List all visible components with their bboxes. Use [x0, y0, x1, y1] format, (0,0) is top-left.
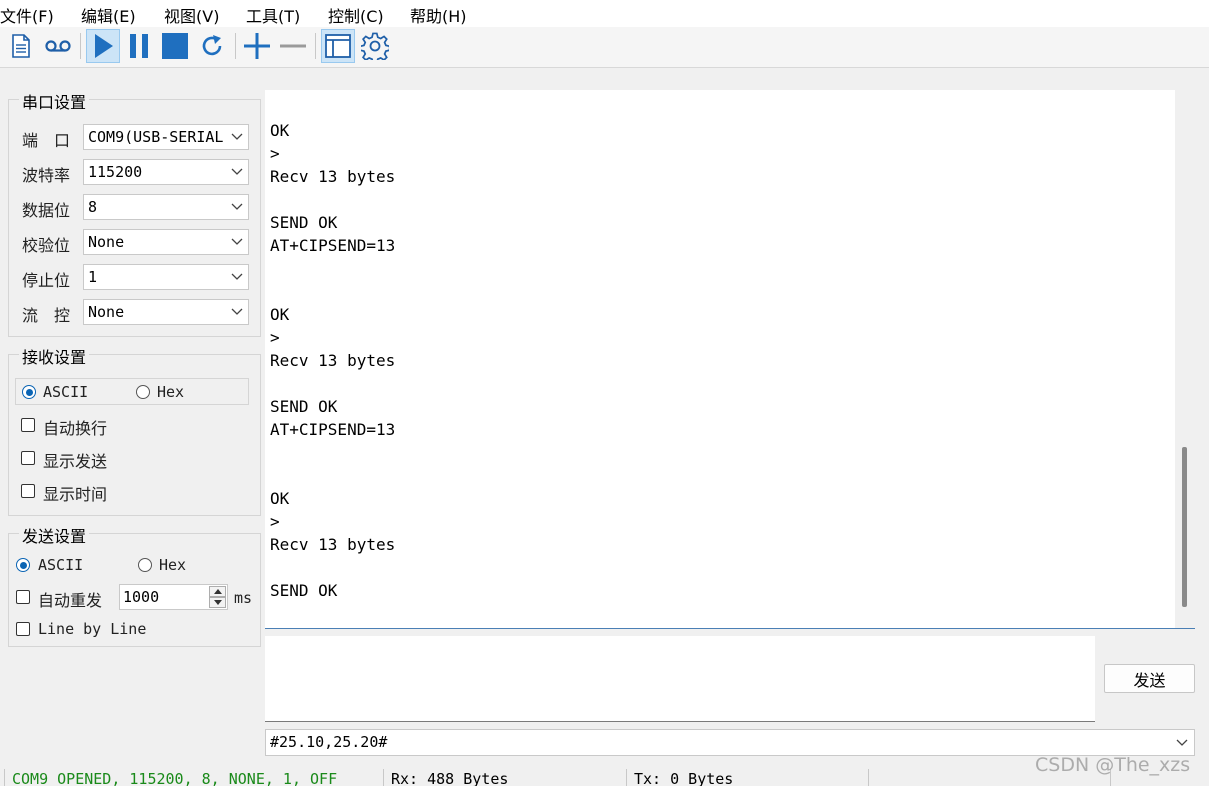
databits-select[interactable]: 8 [83, 194, 249, 220]
send-ascii-label: ASCII [38, 556, 84, 574]
line-by-line-checkbox[interactable] [16, 622, 30, 636]
send-history-select[interactable]: #25.10,25.20# [265, 729, 1195, 756]
send-button[interactable]: 发送 [1104, 664, 1195, 693]
pause-icon[interactable] [122, 29, 156, 63]
scrollbar-thumb[interactable] [1182, 447, 1187, 607]
gear-icon[interactable] [358, 29, 392, 63]
toolbar [0, 27, 1209, 68]
chevron-down-icon [230, 195, 244, 219]
menu-tools[interactable]: 工具(T) [246, 3, 300, 27]
line-by-line-label: Line by Line [38, 620, 147, 638]
stopbits-value: 1 [88, 268, 98, 286]
flow-label: 流 控 [22, 306, 71, 325]
stopbits-label: 停止位 [22, 271, 71, 290]
port-value: COM9(USB-SERIAL [88, 128, 224, 146]
chevron-down-icon [1176, 730, 1188, 755]
flow-value: None [88, 303, 125, 321]
window-icon[interactable] [321, 29, 355, 63]
send-input[interactable] [265, 636, 1095, 722]
receive-settings-title: 接收设置 [19, 344, 90, 368]
send-settings-title: 发送设置 [19, 523, 90, 547]
connection-status: COM9 OPENED, 115200, 8, NONE, 1, OFF [12, 770, 338, 786]
parity-select[interactable]: None [83, 229, 249, 255]
chevron-down-icon [230, 125, 244, 149]
show-time-label: 显示时间 [43, 485, 108, 504]
databits-label: 数据位 [22, 201, 71, 220]
spin-down-icon[interactable] [209, 597, 226, 608]
chevron-down-icon [230, 160, 244, 184]
minus-icon[interactable] [276, 29, 310, 63]
new-document-icon[interactable] [4, 29, 38, 63]
parity-label: 校验位 [22, 236, 71, 255]
stop-icon[interactable] [158, 29, 192, 63]
auto-resend-checkbox[interactable] [16, 590, 30, 604]
interval-unit: ms [234, 589, 253, 607]
autowrap-checkbox[interactable] [21, 418, 35, 432]
flow-select[interactable]: None [83, 299, 249, 325]
baud-value: 115200 [88, 163, 143, 181]
show-time-checkbox[interactable] [21, 484, 35, 498]
receive-hex-radio[interactable] [136, 385, 150, 399]
receive-ascii-label: ASCII [43, 383, 89, 401]
baud-select[interactable]: 115200 [83, 159, 249, 185]
stopbits-select[interactable]: 1 [83, 264, 249, 290]
plus-icon[interactable] [240, 29, 274, 63]
menu-view[interactable]: 视图(V) [164, 3, 219, 27]
send-history-value: #25.10,25.20# [270, 733, 388, 751]
chevron-down-icon [230, 230, 244, 254]
send-ascii-radio[interactable] [16, 558, 30, 572]
menu-file[interactable]: 文件(F) [0, 3, 54, 27]
show-send-checkbox[interactable] [21, 451, 35, 465]
watermark: CSDN @The_xzs [1035, 754, 1191, 776]
menu-edit[interactable]: 编辑(E) [81, 3, 136, 27]
receive-hex-label: Hex [157, 383, 185, 401]
interval-value: 1000 [123, 588, 160, 606]
menu-control[interactable]: 控制(C) [328, 3, 384, 27]
status-bar: COM9 OPENED, 115200, 8, NONE, 1, OFF Rx:… [0, 767, 1209, 786]
play-icon[interactable] [86, 29, 120, 63]
chevron-down-icon [230, 300, 244, 324]
baud-label: 波特率 [22, 166, 71, 185]
record-icon[interactable] [41, 29, 75, 63]
receive-ascii-radio[interactable] [22, 385, 36, 399]
rx-counter: Rx: 488 Bytes [391, 770, 509, 786]
send-hex-radio[interactable] [138, 558, 152, 572]
port-label: 端 口 [22, 131, 71, 150]
port-select[interactable]: COM9(USB-SERIAL [83, 124, 249, 150]
databits-value: 8 [88, 198, 98, 216]
interval-spinner[interactable]: 1000 [119, 584, 228, 610]
menu-bar: 文件(F) 编辑(E) 视图(V) 工具(T) 控制(C) 帮助(H) [0, 0, 1209, 27]
menu-help[interactable]: 帮助(H) [410, 3, 467, 27]
terminal-scrollbar[interactable] [1175, 90, 1195, 628]
chevron-down-icon [230, 265, 244, 289]
auto-resend-label: 自动重发 [38, 591, 103, 610]
spin-up-icon[interactable] [209, 586, 226, 597]
autowrap-label: 自动换行 [43, 419, 108, 438]
tx-counter: Tx: 0 Bytes [634, 770, 734, 786]
terminal-output: OK > Recv 13 bytes SEND OK AT+CIPSEND=13… [270, 121, 396, 600]
serial-settings-title: 串口设置 [19, 89, 90, 113]
send-hex-label: Hex [159, 556, 187, 574]
show-send-label: 显示发送 [43, 452, 108, 471]
parity-value: None [88, 233, 125, 251]
refresh-icon[interactable] [195, 29, 229, 63]
receive-terminal[interactable]: OK > Recv 13 bytes SEND OK AT+CIPSEND=13… [265, 90, 1195, 629]
